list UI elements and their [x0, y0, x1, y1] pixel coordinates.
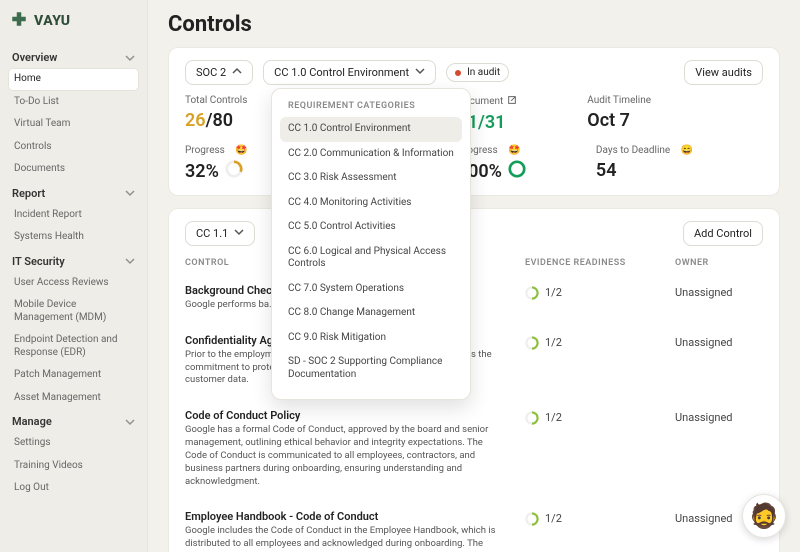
dropdown-item[interactable]: CC 1.0 Control Environment	[280, 117, 462, 142]
chevron-down-icon	[125, 188, 135, 198]
dropdown-item[interactable]: CC 4.0 Monitoring Activities	[280, 191, 462, 216]
evidence-ring-icon	[525, 512, 539, 529]
summary-card: SOC 2 CC 1.0 Control Environment In audi…	[168, 47, 780, 196]
control-row[interactable]: Employee Handbook - Code of Conduct Googl…	[185, 502, 763, 552]
nav-item-systems-health[interactable]: Systems Health	[8, 226, 139, 249]
status-badge-label: In audit	[467, 67, 500, 78]
grin-emoji-icon: 😄	[681, 145, 693, 156]
starry-eyes-emoji-icon: 🤩	[235, 145, 247, 156]
chevron-down-icon	[234, 227, 244, 240]
category-selector[interactable]: CC 1.0 Control Environment	[263, 60, 436, 85]
add-control-label: Add Control	[694, 227, 752, 240]
stat-total-controls: Total Controls 26/80	[185, 95, 247, 133]
nav-item-training-videos[interactable]: Training Videos	[8, 455, 139, 478]
avatar[interactable]: 🧔	[742, 494, 786, 538]
nav-item-home[interactable]: Home	[8, 68, 139, 91]
owner: Unassigned	[675, 284, 763, 312]
brand-mark-icon	[10, 10, 28, 31]
dropdown-item[interactable]: CC 8.0 Change Management	[280, 301, 462, 326]
nav-item-settings[interactable]: Settings	[8, 432, 139, 455]
evidence-readiness: 1/2	[545, 411, 562, 424]
dropdown-item[interactable]: CC 3.0 Risk Assessment	[280, 166, 462, 191]
status-badge: In audit	[446, 63, 509, 82]
page-title: Controls	[168, 12, 780, 37]
nav-item-patch-management[interactable]: Patch Management	[8, 364, 139, 387]
nav-item-log-out[interactable]: Log Out	[8, 477, 139, 500]
evidence-readiness: 1/2	[545, 286, 562, 299]
control-title: Employee Handbook - Code of Conduct	[185, 510, 507, 523]
view-audits-button[interactable]: View audits	[684, 60, 763, 85]
nav-group-it-security[interactable]: IT Security	[8, 249, 139, 272]
subsection-selector-label: CC 1.1	[196, 227, 228, 240]
evidence-ring-icon	[525, 411, 539, 428]
nav-item-endpoint-detection-and-response-edr-[interactable]: Endpoint Detection and Response (EDR)	[8, 329, 139, 364]
chevron-down-icon	[125, 256, 135, 266]
brand: VAYU	[8, 10, 139, 31]
stat-label: Audit Timeline	[587, 95, 651, 106]
control-title: Code of Conduct Policy	[185, 409, 507, 422]
nav-item-controls[interactable]: Controls	[8, 136, 139, 159]
dropdown-item[interactable]: CC 2.0 Communication & Information	[280, 142, 462, 167]
audit-timeline-value: Oct 7	[587, 110, 651, 131]
nav-group-report[interactable]: Report	[8, 181, 139, 204]
stat-audit-timeline: Audit Timeline Oct 7	[587, 95, 651, 133]
dropdown-item[interactable]: SD - SOC 2 Supporting Compliance Documen…	[280, 350, 462, 387]
owner: Unassigned	[675, 409, 763, 488]
days-to-deadline-label: Days to Deadline	[596, 145, 670, 156]
subsection-selector[interactable]: CC 1.1	[185, 221, 255, 246]
controls-list-card: CC 1.1 Add Control CONTROL EVIDENCE READ…	[168, 208, 780, 552]
chevron-down-icon	[125, 417, 135, 427]
nav-group-overview[interactable]: Overview	[8, 45, 139, 68]
nav-item-incident-report[interactable]: Incident Report	[8, 204, 139, 227]
brand-name: VAYU	[34, 13, 71, 29]
column-header-evidence: EVIDENCE READINESS	[525, 258, 675, 268]
total-controls-current: 26	[185, 110, 206, 131]
chevron-down-icon	[415, 66, 425, 79]
requirement-categories-dropdown: REQUIREMENT CATEGORIES CC 1.0 Control En…	[271, 88, 471, 400]
nav-item-user-access-reviews[interactable]: User Access Reviews	[8, 272, 139, 295]
stat-progress-left: Progress 🤩 32%	[185, 145, 248, 183]
main-content: Controls SOC 2 CC 1.0 Control Environmen…	[148, 0, 800, 552]
control-description: Google has a formal Code of Conduct, app…	[185, 424, 507, 488]
starry-eyes-emoji-icon: 🤩	[508, 145, 520, 156]
dropdown-item[interactable]: CC 9.0 Risk Mitigation	[280, 326, 462, 351]
add-control-button[interactable]: Add Control	[683, 221, 763, 246]
category-selector-label: CC 1.0 Control Environment	[274, 66, 409, 79]
progress-left-label: Progress	[185, 145, 225, 156]
dropdown-item[interactable]: CC 6.0 Logical and Physical Access Contr…	[280, 240, 462, 277]
progress-ring-icon	[225, 160, 243, 183]
external-link-icon[interactable]	[507, 95, 517, 108]
days-to-deadline-value: 54	[596, 160, 693, 181]
evidence-readiness: 1/2	[545, 512, 562, 525]
dropdown-item[interactable]: CC 5.0 Control Activities	[280, 215, 462, 240]
evidence-ring-icon	[525, 286, 539, 303]
evidence-readiness: 1/2	[545, 336, 562, 349]
view-audits-label: View audits	[695, 66, 752, 79]
chevron-down-icon	[125, 53, 135, 63]
framework-selector[interactable]: SOC 2	[185, 60, 253, 85]
status-dot-icon	[455, 70, 461, 76]
nav-item-asset-management[interactable]: Asset Management	[8, 387, 139, 410]
dropdown-item[interactable]: CC 7.0 System Operations	[280, 277, 462, 302]
nav-item-documents[interactable]: Documents	[8, 158, 139, 181]
dropdown-header: REQUIREMENT CATEGORIES	[280, 99, 462, 117]
column-header-owner: OWNER	[675, 258, 763, 268]
chevron-up-icon	[232, 66, 242, 79]
control-row[interactable]: Code of Conduct Policy Google has a forma…	[185, 401, 763, 502]
framework-selector-label: SOC 2	[196, 66, 226, 79]
nav-item-mobile-device-management-mdm-[interactable]: Mobile Device Management (MDM)	[8, 294, 139, 329]
progress-left-value: 32%	[185, 161, 219, 182]
nav-item-to-do-list[interactable]: To-Do List	[8, 91, 139, 114]
total-controls-total: 80	[212, 110, 233, 131]
control-description: Google includes the Code of Conduct in t…	[185, 525, 507, 552]
evidence-ring-icon	[525, 336, 539, 353]
nav-group-manage[interactable]: Manage	[8, 409, 139, 432]
stat-label: Total Controls	[185, 95, 247, 106]
sidebar: VAYU OverviewHomeTo-Do ListVirtual TeamC…	[0, 0, 148, 552]
stat-days-to-deadline: Days to Deadline 😄 54	[596, 145, 693, 183]
progress-ring-icon	[508, 160, 526, 183]
nav-item-virtual-team[interactable]: Virtual Team	[8, 113, 139, 136]
owner: Unassigned	[675, 334, 763, 387]
